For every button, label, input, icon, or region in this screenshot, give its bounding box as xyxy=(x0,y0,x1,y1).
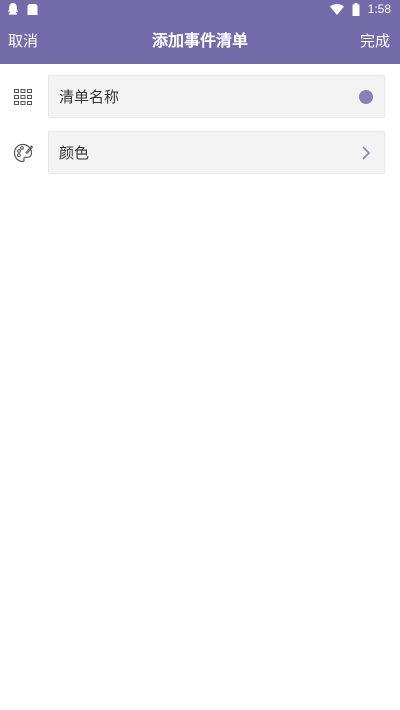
status-bar: 1:58 xyxy=(0,0,400,18)
chevron-right-icon xyxy=(362,146,370,160)
color-field[interactable]: 颜色 xyxy=(48,131,385,174)
grid-icon xyxy=(12,86,34,108)
color-swatch-dot[interactable] xyxy=(359,90,373,104)
done-button[interactable]: 完成 xyxy=(360,18,390,64)
list-name-field[interactable]: 清单名称 xyxy=(48,75,385,118)
app-bar: 取消 添加事件清单 完成 xyxy=(0,18,400,64)
notification-icon xyxy=(27,3,38,15)
page-title: 添加事件清单 xyxy=(151,31,248,50)
battery-icon xyxy=(352,2,360,16)
palette-icon xyxy=(12,142,34,164)
color-label: 颜色 xyxy=(59,144,90,162)
list-name-placeholder: 清单名称 xyxy=(59,88,120,106)
qq-icon xyxy=(8,3,18,15)
status-time: 1:58 xyxy=(367,2,391,16)
wifi-icon xyxy=(329,3,344,15)
